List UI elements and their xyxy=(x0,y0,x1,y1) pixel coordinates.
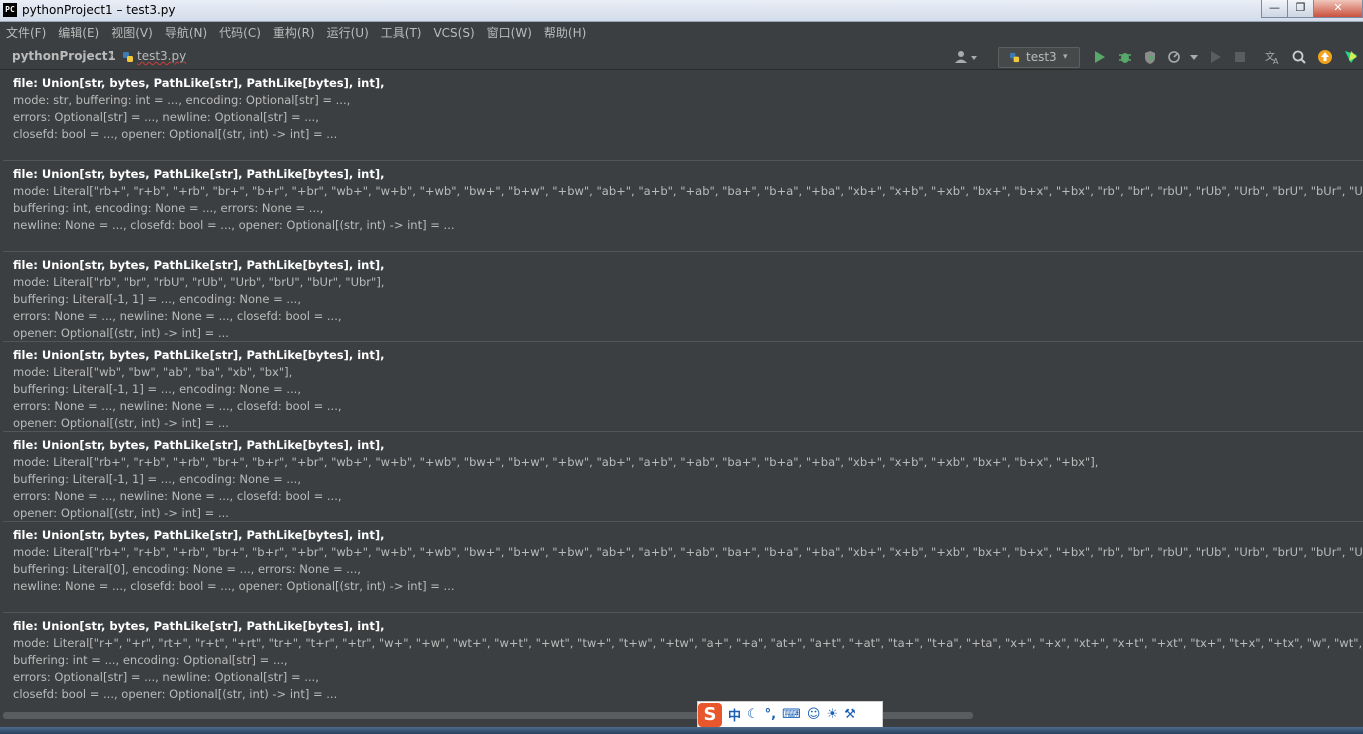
ime-toolbar: S 中 ☾ °, ⌨ ☺ ☀ ⚒ xyxy=(697,701,883,728)
signature-line: file: Union[str, bytes, PathLike[str], P… xyxy=(13,167,385,181)
pycharm-app-icon: PC xyxy=(3,3,17,17)
signature-line: mode: str, buffering: int = ..., encodin… xyxy=(13,93,351,107)
coverage-icon[interactable] xyxy=(1142,49,1158,65)
user-account-icon[interactable] xyxy=(954,50,978,64)
breadcrumb-file[interactable]: test3.py xyxy=(137,49,186,63)
maximize-button[interactable]: ❐ xyxy=(1287,0,1314,18)
run-configuration-selector[interactable]: test3 ▾ xyxy=(998,47,1080,68)
signature-item[interactable]: file: Union[str, bytes, PathLike[str], P… xyxy=(3,70,1363,161)
menu-tools[interactable]: 工具(T) xyxy=(375,22,428,44)
signature-line: buffering: Literal[0], encoding: None = … xyxy=(13,562,361,576)
signature-item[interactable]: file: Union[str, bytes, PathLike[str], P… xyxy=(3,161,1363,252)
profile-icon[interactable] xyxy=(1166,49,1182,65)
attach-debugger-icon[interactable] xyxy=(1207,49,1223,65)
signature-line: file: Union[str, bytes, PathLike[str], P… xyxy=(13,258,385,272)
window-title: pythonProject1 – test3.py xyxy=(22,3,176,17)
ime-language-toggle[interactable]: 中 xyxy=(728,705,741,724)
signature-item[interactable]: file: Union[str, bytes, PathLike[str], P… xyxy=(3,613,1363,714)
wrench-icon[interactable]: ⚒ xyxy=(844,707,856,722)
signature-line: file: Union[str, bytes, PathLike[str], P… xyxy=(13,76,385,90)
signature-line: errors: None = ..., newline: None = ...,… xyxy=(13,309,342,323)
signature-line: buffering: Literal[-1, 1] = ..., encodin… xyxy=(13,382,301,396)
menu-window[interactable]: 窗口(W) xyxy=(481,22,538,44)
breadcrumb-project[interactable]: pythonProject1 xyxy=(12,49,116,63)
keyboard-icon[interactable]: ⌨ xyxy=(782,707,801,722)
signature-line: file: Union[str, bytes, PathLike[str], P… xyxy=(13,528,385,542)
signature-line: mode: Literal["r+", "+r", "rt+", "r+t", … xyxy=(13,636,1363,650)
menu-bar: 文件(F) 编辑(E) 视图(V) 导航(N) 代码(C) 重构(R) 运行(U… xyxy=(0,22,1363,44)
skin-icon[interactable]: ☀ xyxy=(826,707,838,722)
signature-line: mode: Literal["rb", "br", "rbU", "rUb", … xyxy=(13,275,385,289)
menu-code[interactable]: 代码(C) xyxy=(213,22,267,44)
signature-line: buffering: int = ..., encoding: Optional… xyxy=(13,653,288,667)
chevron-down-icon: ▾ xyxy=(1063,52,1068,62)
signature-line: buffering: Literal[-1, 1] = ..., encodin… xyxy=(13,472,301,486)
signature-line: errors: None = ..., newline: None = ...,… xyxy=(13,399,342,413)
run-config-label: test3 xyxy=(1026,50,1057,64)
menu-vcs[interactable]: VCS(S) xyxy=(427,22,480,44)
signature-line: mode: Literal["rb+", "r+b", "+rb", "br+"… xyxy=(13,545,1363,559)
signature-item[interactable]: file: Union[str, bytes, PathLike[str], P… xyxy=(3,432,1363,522)
signature-line: file: Union[str, bytes, PathLike[str], P… xyxy=(13,619,385,633)
signature-line: closefd: bool = ..., opener: Optional[(s… xyxy=(13,127,338,141)
windows-taskbar xyxy=(0,727,1363,734)
run-icon[interactable] xyxy=(1091,49,1107,65)
signature-line: file: Union[str, bytes, PathLike[str], P… xyxy=(13,438,385,452)
signature-line: closefd: bool = ..., opener: Optional[(s… xyxy=(13,687,338,701)
sogou-logo-icon[interactable]: S xyxy=(698,702,722,727)
signature-line: mode: Literal["rb+", "r+b", "+rb", "br+"… xyxy=(13,184,1363,198)
signature-line: errors: Optional[str] = ..., newline: Op… xyxy=(13,110,319,124)
python-file-icon xyxy=(123,52,133,62)
jetbrains-icon[interactable] xyxy=(1343,49,1359,65)
search-icon[interactable] xyxy=(1291,49,1307,65)
ime-user-icon[interactable]: ☺ xyxy=(807,707,821,722)
debug-icon[interactable] xyxy=(1117,49,1133,65)
signature-item[interactable]: file: Union[str, bytes, PathLike[str], P… xyxy=(3,522,1363,613)
signature-line: opener: Optional[(str, int) -> int] = ..… xyxy=(13,326,229,340)
minimize-button[interactable]: — xyxy=(1261,0,1288,18)
stop-icon[interactable] xyxy=(1232,49,1248,65)
menu-edit[interactable]: 编辑(E) xyxy=(52,22,105,44)
signature-item[interactable]: file: Union[str, bytes, PathLike[str], P… xyxy=(3,252,1363,342)
svg-text:A: A xyxy=(1273,57,1279,65)
signature-line: errors: Optional[str] = ..., newline: Op… xyxy=(13,670,319,684)
moon-icon[interactable]: ☾ xyxy=(747,707,759,722)
signature-line: buffering: Literal[-1, 1] = ..., encodin… xyxy=(13,292,301,306)
signature-line: newline: None = ..., closefd: bool = ...… xyxy=(13,218,455,232)
update-icon[interactable] xyxy=(1317,49,1333,65)
signature-line: errors: None = ..., newline: None = ...,… xyxy=(13,489,342,503)
menu-refactor[interactable]: 重构(R) xyxy=(267,22,321,44)
signature-line: file: Union[str, bytes, PathLike[str], P… xyxy=(13,348,385,362)
punctuation-icon[interactable]: °, xyxy=(765,707,776,722)
breadcrumb-separator: › xyxy=(109,48,114,62)
menu-file[interactable]: 文件(F) xyxy=(0,22,52,44)
navigation-bar: pythonProject1 › test3.py test3 ▾ 文 A xyxy=(0,45,1363,70)
window-title-bar: PC pythonProject1 – test3.py — ❐ ✕ xyxy=(0,0,1363,22)
menu-navigate[interactable]: 导航(N) xyxy=(159,22,213,44)
signature-line: opener: Optional[(str, int) -> int] = ..… xyxy=(13,506,229,520)
signature-line: newline: None = ..., closefd: bool = ...… xyxy=(13,579,455,593)
menu-help[interactable]: 帮助(H) xyxy=(538,22,592,44)
parameter-info-popup: file: Union[str, bytes, PathLike[str], P… xyxy=(3,70,1363,714)
translate-icon[interactable]: 文 A xyxy=(1264,49,1280,65)
menu-run[interactable]: 运行(U) xyxy=(321,22,375,44)
menu-view[interactable]: 视图(V) xyxy=(105,22,159,44)
signature-line: buffering: int, encoding: None = ..., er… xyxy=(13,201,324,215)
close-button[interactable]: ✕ xyxy=(1313,0,1363,18)
signature-line: opener: Optional[(str, int) -> int] = ..… xyxy=(13,416,229,430)
python-config-icon xyxy=(1009,52,1020,63)
signature-item[interactable]: file: Union[str, bytes, PathLike[str], P… xyxy=(3,342,1363,432)
more-run-options-icon[interactable] xyxy=(1186,49,1202,65)
signature-line: mode: Literal["rb+", "r+b", "+rb", "br+"… xyxy=(13,455,1099,469)
signature-line: mode: Literal["wb", "bw", "ab", "ba", "x… xyxy=(13,365,293,379)
